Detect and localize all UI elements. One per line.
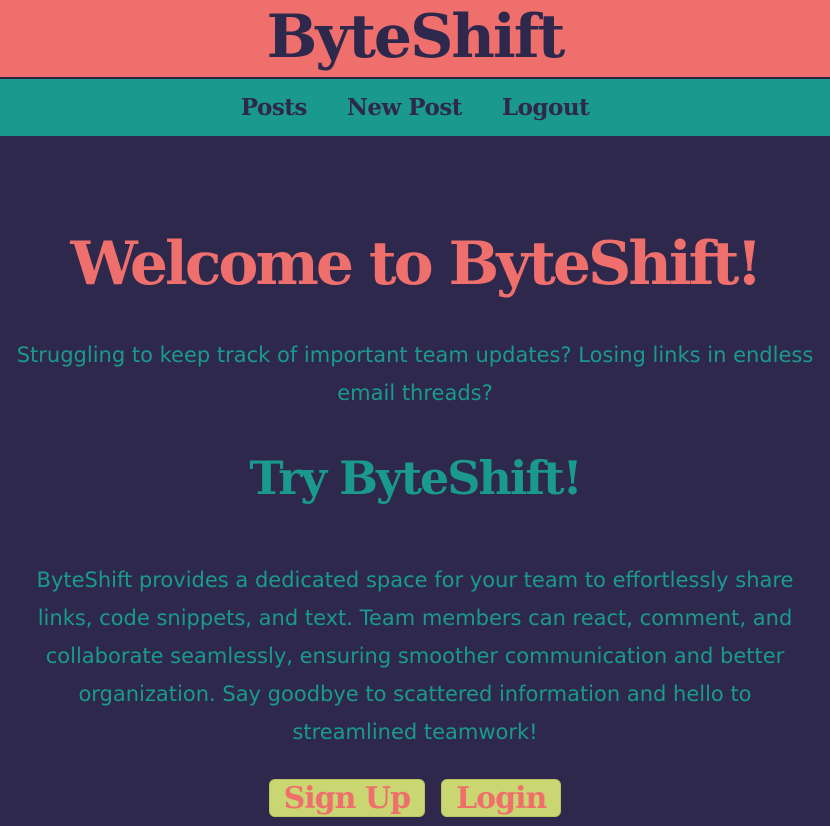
try-heading: Try ByteShift! — [249, 451, 582, 505]
nav-link-posts[interactable]: Posts — [241, 94, 308, 121]
brand-logo[interactable]: ByteShift — [267, 2, 566, 72]
cta-row: Sign Up Login — [14, 779, 816, 817]
nav-link-logout[interactable]: Logout — [502, 94, 590, 121]
login-button[interactable]: Login — [441, 779, 562, 817]
sign-up-button[interactable]: Sign Up — [268, 779, 426, 817]
description-text: ByteShift provides a dedicated space for… — [36, 568, 794, 744]
site-header: ByteShift — [0, 0, 830, 79]
welcome-heading: Welcome to ByteShift! — [70, 229, 762, 299]
main-content: Welcome to ByteShift! Struggling to keep… — [0, 228, 830, 817]
nav-bar: Posts New Post Logout — [0, 79, 830, 136]
lede-text: Struggling to keep track of important te… — [16, 343, 814, 405]
nav-link-new-post[interactable]: New Post — [347, 94, 463, 121]
